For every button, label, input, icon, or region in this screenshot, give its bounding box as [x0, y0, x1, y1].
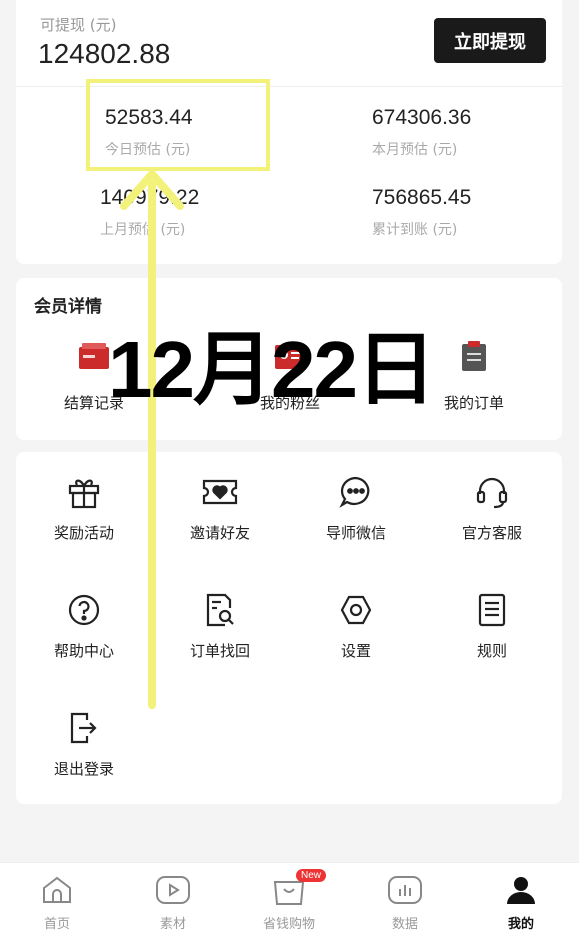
home-icon	[12, 873, 102, 907]
tab-home-label: 首页	[43, 917, 70, 932]
tab-shopping-label: 省钱购物	[262, 917, 315, 932]
play-icon	[128, 873, 218, 907]
tab-mine-label: 我的	[507, 917, 534, 932]
bottom-tab-bar: 首页 素材 New 省钱购物 数据 我的	[0, 862, 579, 946]
tab-shopping[interactable]: New 省钱购物	[244, 869, 334, 932]
arrow-annotation	[120, 170, 184, 709]
tab-materials-label: 素材	[159, 917, 186, 932]
new-badge: New	[296, 869, 327, 882]
bar-chart-icon	[360, 873, 450, 907]
user-icon	[476, 873, 566, 907]
tab-home[interactable]: 首页	[12, 873, 102, 932]
date-overlay-text: 12月22日	[108, 325, 436, 414]
tab-mine[interactable]: 我的	[476, 873, 566, 932]
tab-data[interactable]: 数据	[360, 873, 450, 932]
tab-data-label: 数据	[391, 917, 418, 932]
tab-materials[interactable]: 素材	[128, 873, 218, 932]
